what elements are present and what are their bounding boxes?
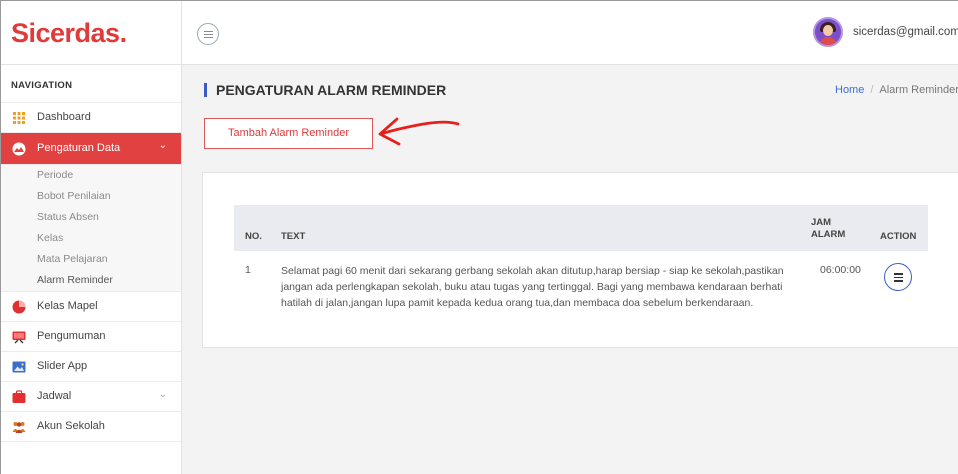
- sidebar-item-label: Jadwal: [37, 390, 72, 402]
- sidebar-item-label: Pengaturan Data: [37, 142, 121, 154]
- hamburger-menu-icon[interactable]: [197, 23, 219, 45]
- add-alarm-reminder-button[interactable]: Tambah Alarm Reminder: [204, 118, 373, 149]
- app-window: Sicerdas. sicerdas@gmail.com NAVIGATION …: [0, 0, 958, 474]
- breadcrumb: Home / Alarm Reminder: [835, 84, 958, 96]
- submenu-item-status-absen[interactable]: Status Absen: [1, 207, 181, 228]
- data-settings-icon: [12, 142, 26, 156]
- header-jam-line1: JAM: [811, 217, 832, 228]
- dashboard-grid-icon: [13, 112, 25, 124]
- header-jam-alarm: JAM ALARM: [811, 217, 845, 241]
- schedule-icon: [12, 390, 26, 403]
- reminder-table: NO. TEXT JAM ALARM ACTION 1 Selamat pagi…: [234, 205, 928, 331]
- sidebar-item-jadwal[interactable]: Jadwal ⌄: [1, 382, 181, 412]
- annotation-arrow-icon: [378, 117, 460, 146]
- header-jam-line2: ALARM: [811, 229, 846, 240]
- user-avatar[interactable]: [813, 17, 843, 47]
- nav-heading: NAVIGATION: [1, 65, 181, 103]
- sidebar-item-akun-sekolah[interactable]: Akun Sekolah: [1, 412, 181, 442]
- breadcrumb-separator: /: [870, 84, 874, 96]
- class-subject-icon: [12, 300, 26, 314]
- sidebar-item-label: Kelas Mapel: [37, 300, 98, 312]
- app-logo[interactable]: Sicerdas.: [1, 1, 182, 65]
- user-email[interactable]: sicerdas@gmail.com: [853, 26, 958, 38]
- school-account-icon: [12, 422, 26, 433]
- submenu-item-bobot-penilaian[interactable]: Bobot Penilaian: [1, 186, 181, 207]
- table-header: NO. TEXT JAM ALARM ACTION: [234, 205, 928, 251]
- sidebar-item-kelas-mapel[interactable]: Kelas Mapel: [1, 292, 181, 322]
- main-content: PENGATURAN ALARM REMINDER Home / Alarm Rem…: [183, 66, 958, 474]
- header-no: NO.: [245, 231, 262, 242]
- sidebar-item-label: Pengumuman: [37, 330, 106, 342]
- table-row: 1 Selamat pagi 60 menit dari sekarang ge…: [234, 251, 928, 331]
- top-bar: Sicerdas. sicerdas@gmail.com: [1, 1, 958, 65]
- sidebar-item-pengumuman[interactable]: Pengumuman: [1, 322, 181, 352]
- breadcrumb-current: Alarm Reminder: [879, 84, 958, 96]
- slider-image-icon: [12, 361, 26, 373]
- sidebar: NAVIGATION Dashboard Pengaturan Data ⌄ P…: [1, 65, 182, 474]
- sidebar-item-pengaturan-data[interactable]: Pengaturan Data ⌄: [1, 133, 181, 165]
- header-text: TEXT: [281, 231, 306, 242]
- sidebar-item-label: Slider App: [37, 360, 88, 372]
- announcement-icon: [12, 331, 26, 344]
- cell-text: Selamat pagi 60 menit dari sekarang gerb…: [281, 265, 784, 309]
- row-action-menu-icon[interactable]: [884, 263, 912, 291]
- submenu-item-periode[interactable]: Periode: [1, 165, 181, 186]
- sidebar-item-label: Akun Sekolah: [37, 420, 105, 432]
- cell-no: 1: [245, 264, 251, 276]
- submenu-item-kelas[interactable]: Kelas: [1, 228, 181, 249]
- reminder-card: NO. TEXT JAM ALARM ACTION 1 Selamat pagi…: [202, 172, 958, 348]
- sidebar-item-slider-app[interactable]: Slider App: [1, 352, 181, 382]
- cell-jam-alarm: 06:00:00: [820, 264, 861, 276]
- sidebar-item-label: Dashboard: [37, 111, 91, 123]
- page-title: PENGATURAN ALARM REMINDER: [204, 83, 446, 97]
- submenu-pengaturan-data: Periode Bobot Penilaian Status Absen Kel…: [1, 165, 181, 292]
- breadcrumb-home-link[interactable]: Home: [835, 84, 864, 96]
- submenu-item-alarm-reminder[interactable]: Alarm Reminder: [1, 270, 181, 291]
- chevron-down-icon: ⌄: [158, 389, 167, 400]
- submenu-item-mata-pelajaran[interactable]: Mata Pelajaran: [1, 249, 181, 270]
- chevron-down-icon: ⌄: [158, 140, 167, 151]
- sidebar-item-dashboard[interactable]: Dashboard: [1, 103, 181, 133]
- header-action: ACTION: [880, 231, 917, 242]
